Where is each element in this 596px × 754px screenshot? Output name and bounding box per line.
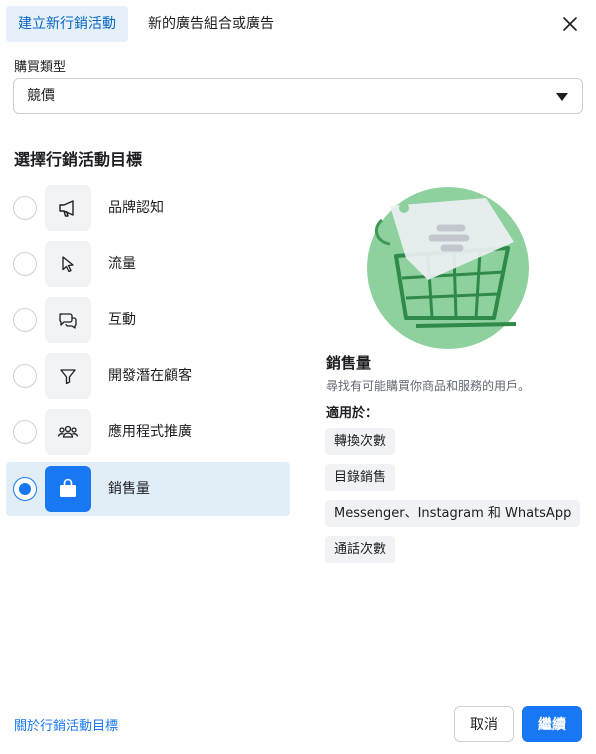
buy-type-label: 購買類型 <box>14 60 67 75</box>
radio-engagement[interactable] <box>13 308 37 332</box>
chip-calls: 通話次數 <box>325 536 396 563</box>
objective-label: 互動 <box>108 312 136 328</box>
objective-detail-title: 銷售量 <box>326 354 372 372</box>
people-icon <box>45 409 91 455</box>
applies-to-label: 適用於： <box>326 406 379 421</box>
objective-traffic[interactable]: 流量 <box>6 237 290 291</box>
objective-detail-description: 尋找有可能購買你商品和服務的用戶。 <box>326 379 531 393</box>
objective-sales[interactable]: 銷售量 <box>6 462 290 516</box>
objective-engagement[interactable]: 互動 <box>6 293 290 347</box>
chip-conversions: 轉換次數 <box>325 428 396 455</box>
megaphone-icon <box>45 185 91 231</box>
section-title: 選擇行銷活動目標 <box>14 150 143 169</box>
sales-illustration <box>366 186 530 350</box>
objective-label: 銷售量 <box>108 481 150 497</box>
tab-new-adset[interactable]: 新的廣告組合或廣告 <box>136 6 286 42</box>
learn-about-objectives-link[interactable]: 關於行銷活動目標 <box>14 715 118 734</box>
buy-type-select[interactable]: 競價 <box>13 78 583 114</box>
radio-sales[interactable] <box>13 477 37 501</box>
cursor-icon <box>45 241 91 287</box>
cancel-button[interactable]: 取消 <box>454 706 514 742</box>
objective-label: 開發潛在顧客 <box>108 368 192 384</box>
shopping-bag-icon <box>45 466 91 512</box>
chip-catalog-sales: 目錄銷售 <box>325 464 396 491</box>
radio-app-promotion[interactable] <box>13 420 37 444</box>
chat-bubbles-icon <box>45 297 91 343</box>
objective-brand-awareness[interactable]: 品牌認知 <box>6 181 290 235</box>
objective-label: 應用程式推廣 <box>108 424 192 440</box>
caret-down-icon <box>556 93 568 101</box>
buy-type-value: 競價 <box>27 88 55 104</box>
radio-leads[interactable] <box>13 364 37 388</box>
funnel-icon <box>45 353 91 399</box>
chip-messaging: Messenger、Instagram 和 WhatsApp <box>325 500 581 527</box>
close-icon <box>563 17 577 31</box>
objective-app-promotion[interactable]: 應用程式推廣 <box>6 405 290 459</box>
objective-label: 品牌認知 <box>108 200 164 216</box>
radio-brand-awareness[interactable] <box>13 196 37 220</box>
close-button[interactable] <box>558 12 582 36</box>
tab-create-campaign[interactable]: 建立新行銷活動 <box>6 6 128 42</box>
objective-label: 流量 <box>108 256 136 272</box>
continue-button[interactable]: 繼續 <box>522 706 582 742</box>
objective-leads[interactable]: 開發潛在顧客 <box>6 349 290 403</box>
radio-traffic[interactable] <box>13 252 37 276</box>
